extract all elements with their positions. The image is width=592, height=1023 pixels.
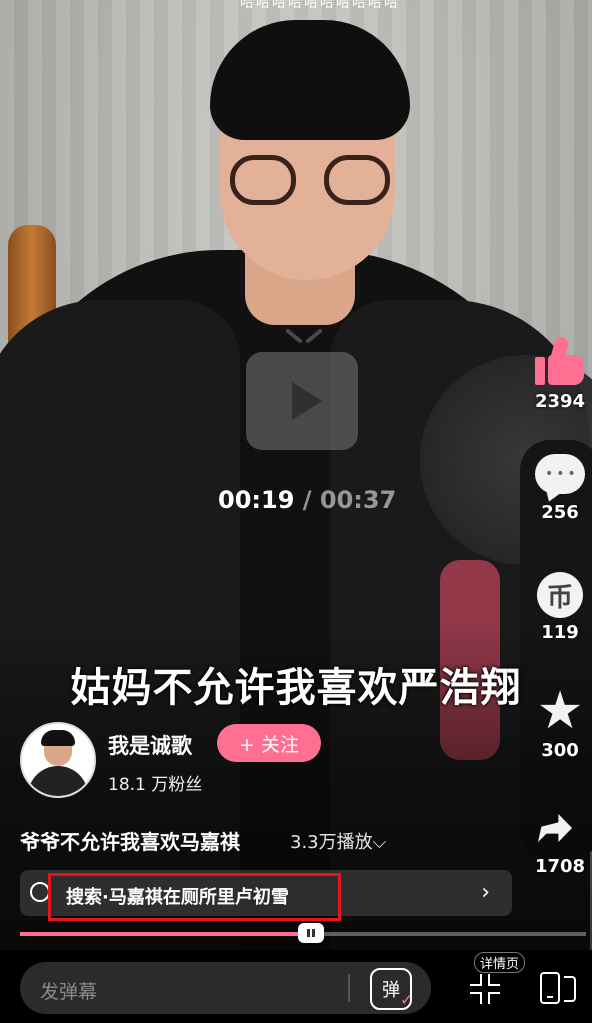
coin-icon: 币: [537, 572, 583, 618]
time-display: 00:19 / 00:37: [218, 486, 396, 514]
top-danmaku-text: 哈哈哈哈哈哈哈哈哈哈: [240, 0, 400, 11]
coin-action[interactable]: 币 119: [530, 572, 590, 643]
rotate-screen-icon[interactable]: [540, 972, 578, 1006]
glasses: [230, 155, 390, 205]
like-action[interactable]: 2394: [530, 335, 590, 412]
highlight-box: [48, 873, 341, 921]
chevron-down-icon: ⌵: [372, 832, 387, 853]
danmaku-input[interactable]: 发弹幕 弹 ✓: [20, 962, 431, 1014]
play-count-text: 3.3万播放: [290, 832, 373, 853]
detail-page-label[interactable]: 详情页: [474, 952, 526, 973]
play-icon: [292, 382, 322, 420]
comment-count: 256: [541, 502, 579, 523]
play-button[interactable]: [246, 352, 358, 450]
coin-count: 119: [541, 622, 579, 643]
play-count[interactable]: 3.3万播放⌵: [290, 828, 386, 854]
bottom-bar: 发弹幕 弹 ✓ 详情页: [0, 950, 592, 1023]
comment-icon: •••: [535, 454, 585, 498]
share-icon: [534, 806, 586, 852]
progress-fill: [20, 932, 311, 936]
progress-bar[interactable]: [20, 923, 586, 943]
danmaku-placeholder: 发弹幕: [40, 981, 98, 1003]
current-time: 00:19: [218, 486, 295, 514]
thumbs-up-icon: [533, 335, 587, 387]
author-avatar[interactable]: [20, 722, 96, 798]
share-action[interactable]: 1708: [530, 806, 590, 877]
comment-action[interactable]: ••• 256: [530, 454, 590, 523]
divider: [348, 974, 350, 1002]
total-time: 00:37: [319, 486, 397, 514]
time-separator: /: [302, 486, 312, 514]
video-player[interactable]: 哈哈哈哈哈哈哈哈哈哈 00:19 / 00:37 姑妈不允许我喜欢严浩翔 239…: [0, 0, 592, 1023]
exit-fullscreen-icon[interactable]: [470, 974, 500, 1004]
fans-count: 18.1 万粉丝: [108, 775, 203, 795]
search-icon: [30, 882, 50, 902]
share-count: 1708: [534, 856, 586, 877]
author-name[interactable]: 我是诚歌: [108, 730, 192, 760]
follow-button[interactable]: + 关注: [217, 724, 321, 762]
favorite-action[interactable]: ★ 300: [530, 681, 590, 761]
favorite-count: 300: [541, 740, 579, 761]
check-icon: ✓: [400, 990, 414, 1009]
progress-handle[interactable]: [297, 923, 324, 943]
video-subtitle: 姑妈不允许我喜欢严浩翔: [70, 665, 522, 711]
chevron-right-icon: ›: [481, 880, 490, 905]
like-count: 2394: [534, 391, 586, 412]
star-icon: ★: [536, 681, 584, 741]
video-title[interactable]: 爷爷不允许我喜欢马嘉祺: [20, 826, 240, 855]
